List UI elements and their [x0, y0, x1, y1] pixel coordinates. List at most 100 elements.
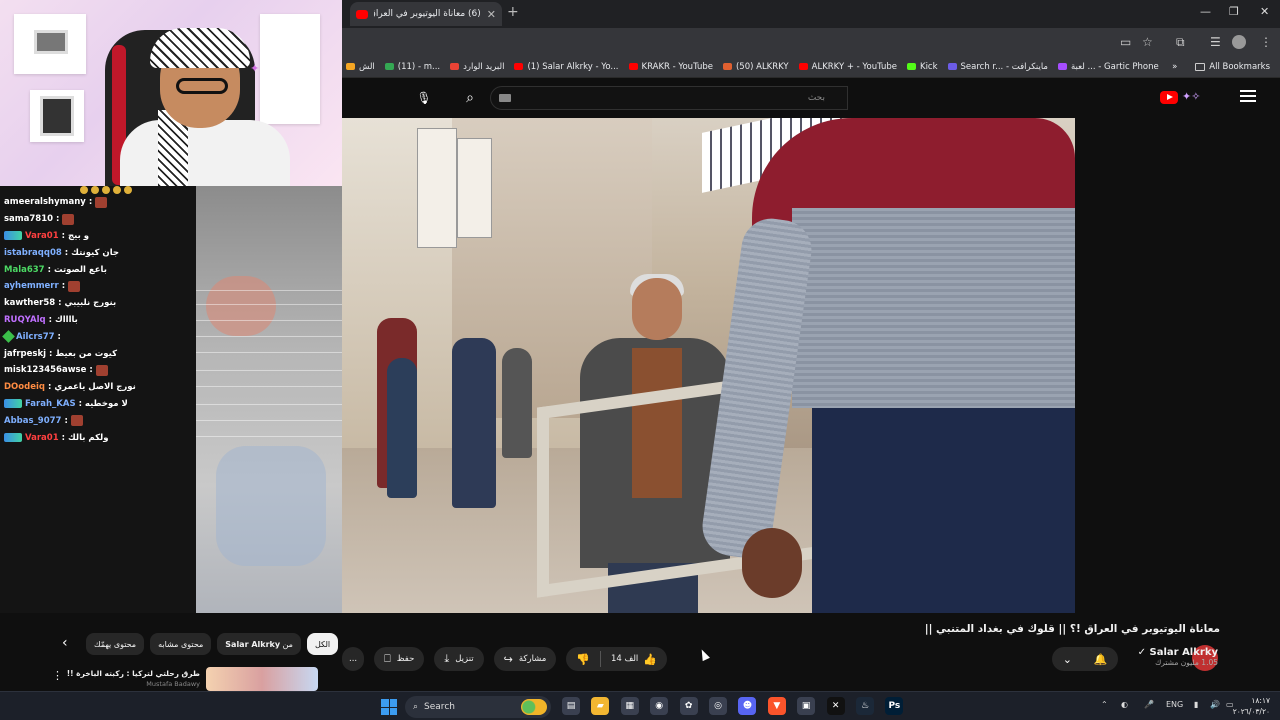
chat-username[interactable]: Vara01: [25, 433, 59, 443]
extensions-icon[interactable]: ⧉: [1176, 35, 1185, 50]
chat-message: Vara01: و بيج: [0, 228, 196, 245]
chat-message: Farah_KAS: لا موخطيه: [0, 396, 196, 413]
share-button[interactable]: ↪ مشاركة: [493, 647, 557, 671]
youtube-doodle-icon[interactable]: ✦✧: [1182, 90, 1200, 103]
chat-username[interactable]: istabraqq08: [4, 248, 62, 258]
new-tab-button[interactable]: +: [507, 4, 519, 20]
chat-username[interactable]: ayhemmerr: [4, 281, 59, 291]
bookmark-item[interactable]: ALKRKY + - YouTube: [798, 62, 897, 72]
chat-username[interactable]: Ailcrs77: [16, 332, 55, 342]
chat-username[interactable]: Vara01: [25, 231, 59, 241]
app-tray-icon[interactable]: ◐: [1121, 700, 1128, 709]
language-indicator[interactable]: ENG: [1166, 700, 1183, 709]
tab-youtube[interactable]: (6) معاناة اليوتيوبر في العراق ✕: [350, 2, 502, 26]
emote-icon: [70, 415, 83, 427]
taskbar-search[interactable]: ⌕ Search: [405, 696, 551, 718]
tray-overflow-icon[interactable]: ⌃: [1101, 700, 1108, 709]
chat-username[interactable]: jafrpeskj: [4, 349, 46, 359]
steam-icon[interactable]: ♨: [856, 697, 874, 715]
explorer-icon[interactable]: ▰: [591, 697, 610, 715]
subscriber-count: 1.05 مليون مشترك: [1155, 658, 1218, 667]
bookmark-item[interactable]: (50) ALKRKY: [722, 62, 789, 72]
more-actions-button[interactable]: ...: [342, 647, 365, 671]
obs-icon[interactable]: ◎: [709, 697, 727, 715]
store-icon[interactable]: ▦: [620, 697, 639, 715]
chat-username[interactable]: sama7810: [4, 214, 53, 224]
kebab-menu-icon[interactable]: ⋮: [52, 669, 63, 682]
youtube-logo-icon[interactable]: [1160, 91, 1178, 104]
bookmarks-overflow-icon[interactable]: »: [1172, 62, 1177, 72]
chat-username[interactable]: kawther58: [4, 298, 55, 308]
chat-text: : بنورج نلبيبي: [58, 298, 117, 309]
shop-sign: [457, 138, 492, 238]
verified-icon: ✓: [1137, 647, 1150, 658]
maximize-button[interactable]: ❐: [1229, 5, 1239, 18]
chip-from-channel[interactable]: من Salar Alkrky: [217, 633, 301, 655]
profile-avatar[interactable]: [1232, 35, 1246, 49]
chat-username[interactable]: misk123456awse: [4, 365, 86, 375]
bookmark-star-icon[interactable]: ☆: [1142, 35, 1153, 49]
bookmark-label: البريد الوارد: [463, 61, 505, 72]
keyboard-icon[interactable]: [499, 94, 511, 102]
download-button[interactable]: ⤓ تنزيل: [434, 647, 484, 671]
chat-username[interactable]: RUQYAlq: [4, 315, 46, 325]
blurred-video-background: [196, 186, 342, 614]
subscribed-button[interactable]: ⌄ 🔔: [1052, 647, 1118, 671]
chip-related[interactable]: محتوى مشابه: [150, 633, 212, 655]
browser-menu-icon[interactable]: ⋮: [1260, 35, 1272, 49]
bookmark-item[interactable]: البريد الوارد: [450, 62, 504, 72]
volume-icon[interactable]: 🔊: [1210, 700, 1220, 709]
photoshop-icon[interactable]: Ps: [885, 697, 904, 715]
chat-username[interactable]: Farah_KAS: [25, 399, 76, 409]
reading-list-icon[interactable]: ☰: [1210, 35, 1221, 49]
bookmark-item[interactable]: (1) Salar Alkrky - Yo...: [514, 62, 619, 72]
bookmark-label: Kick: [920, 61, 938, 72]
capcut-icon[interactable]: ✕: [826, 697, 845, 715]
channel-info[interactable]: ✓ Salar Alkrky 1.05 مليون مشترك: [1138, 647, 1218, 667]
windows-start-icon[interactable]: [381, 699, 397, 715]
chip-all[interactable]: الكل: [306, 633, 339, 655]
bookmark-item[interactable]: Search r... - ماينكرافت: [947, 62, 1048, 72]
dislike-button[interactable]: 👎: [566, 647, 600, 671]
network-icon[interactable]: ▮: [1194, 700, 1198, 709]
microphone-icon[interactable]: 🎤: [1144, 700, 1154, 709]
chat-message: ameeralshymany:: [0, 194, 196, 211]
chip-personalized[interactable]: محتوى يهمّك: [86, 633, 145, 655]
search-input[interactable]: بحث: [490, 86, 848, 110]
tab-close-icon[interactable]: ✕: [487, 8, 496, 21]
search-icon[interactable]: ⌕: [452, 86, 488, 110]
discord-icon[interactable]: ☻: [738, 697, 757, 715]
menu-icon[interactable]: [1240, 90, 1256, 104]
minimize-button[interactable]: —: [1200, 5, 1211, 18]
chat-username[interactable]: ameeralshymany: [4, 197, 86, 207]
bookmark-item[interactable]: Kick: [907, 62, 938, 72]
cast-icon[interactable]: ▭: [1120, 35, 1131, 49]
chevron-left-icon[interactable]: ‹: [62, 635, 68, 651]
chatgpt-icon[interactable]: ✿: [679, 697, 698, 715]
network-app-icon[interactable]: ▣: [797, 697, 816, 715]
bookmark-item[interactable]: KRAKR - YouTube: [628, 62, 713, 72]
video-player[interactable]: [342, 118, 1075, 613]
download-icon: ⤓: [444, 652, 450, 665]
chat-username[interactable]: Abbas_9077: [4, 416, 61, 426]
chat-text: :: [57, 331, 61, 342]
bookmark-item[interactable]: لعبة ... - Gartic Phone: [1057, 62, 1159, 72]
bookmark-favicon-icon: [1057, 63, 1067, 70]
file-icon[interactable]: ▤: [562, 697, 580, 715]
chat-username[interactable]: Mala637: [4, 265, 45, 275]
bookmark-item[interactable]: (11) - m...: [384, 62, 440, 72]
chat-message: Vara01: ولكم بالك: [0, 429, 196, 446]
chat-username[interactable]: DOodeiq: [4, 382, 45, 392]
bookmark-item[interactable]: الش: [346, 62, 375, 72]
channel-name[interactable]: Salar Alkrky: [1150, 647, 1218, 658]
recommended-thumbnail[interactable]: [206, 667, 318, 691]
recommended-video[interactable]: ⋮ طرق رحلتي لتركيا : ركبته الباخرة !! Mu…: [48, 667, 318, 691]
brave-icon[interactable]: ▼: [767, 697, 786, 715]
all-bookmarks-button[interactable]: » All Bookmarks: [1166, 56, 1270, 77]
save-button[interactable]: ⎕ حفظ: [374, 647, 425, 671]
chrome-icon[interactable]: ◉: [650, 697, 669, 715]
like-button[interactable]: 14 الف 👍: [601, 647, 667, 671]
system-clock[interactable]: ١٨:١٧ ٢٠٢٦/٠٣/٢٠: [1233, 695, 1270, 717]
voice-search-icon[interactable]: 🎙: [414, 88, 434, 108]
close-window-button[interactable]: ✕: [1260, 5, 1269, 18]
